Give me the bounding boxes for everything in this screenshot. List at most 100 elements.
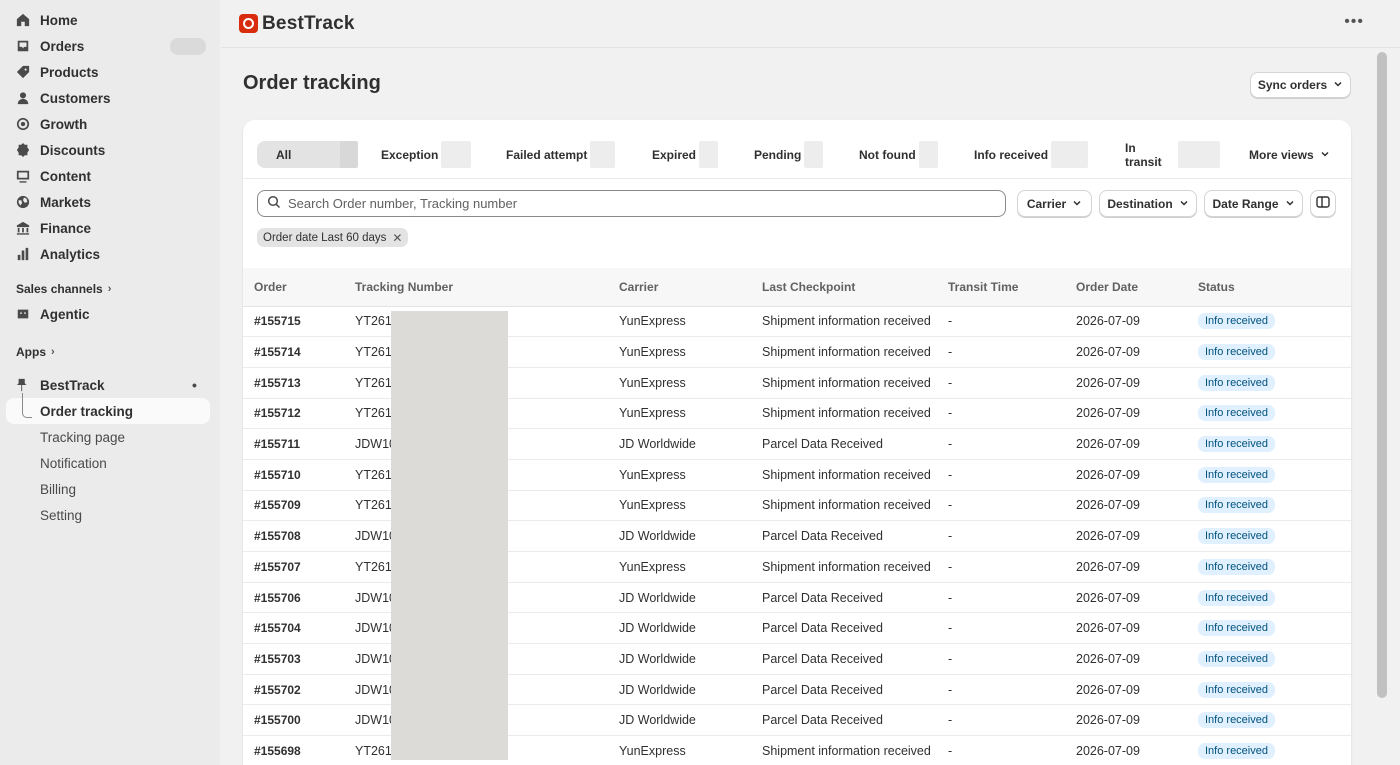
sidebar-item-label: Finance	[40, 220, 92, 236]
order-number-cell[interactable]: #155712	[243, 398, 344, 430]
order-number-cell[interactable]: #155710	[243, 459, 344, 491]
tab-failed-attempt[interactable]: Failed attempt	[487, 141, 633, 168]
status-badge: Info received	[1198, 497, 1275, 514]
tab-expired[interactable]: Expired	[633, 141, 735, 168]
order-date-cell: 2026-07-09	[1065, 367, 1187, 399]
tab-count	[699, 141, 719, 168]
col-header-last-checkpoint[interactable]: Last Checkpoint	[751, 268, 937, 307]
order-date-cell: 2026-07-09	[1065, 704, 1187, 737]
order-date-cell: 2026-07-09	[1065, 612, 1187, 645]
search-input[interactable]	[288, 196, 988, 211]
carrier-filter-button[interactable]: Carrier	[1017, 190, 1092, 217]
person-icon	[16, 91, 30, 105]
sidebar-item-agentic[interactable]: Agentic	[0, 301, 220, 327]
status-badge: Info received	[1198, 589, 1275, 606]
sidebar-item-products[interactable]: Products	[0, 59, 220, 85]
content-icon	[16, 169, 30, 183]
more-views-button[interactable]: More views	[1249, 141, 1330, 168]
order-number-cell[interactable]: #155713	[243, 367, 344, 399]
status-badge: Info received	[1198, 374, 1275, 391]
date-range-filter-label: Date Range	[1212, 196, 1279, 211]
order-date-cell: 2026-07-09	[1065, 520, 1187, 552]
carrier-cell: JD Worldwide	[608, 520, 751, 552]
status-cell: Info received	[1187, 704, 1351, 737]
tab-pending[interactable]: Pending	[735, 141, 840, 168]
order-number-cell[interactable]: #155706	[243, 582, 344, 614]
sync-orders-button[interactable]: Sync orders	[1250, 72, 1351, 98]
order-number-cell[interactable]: #155704	[243, 612, 344, 645]
sidebar-item-finance[interactable]: Finance	[0, 215, 220, 241]
tab-in-transit[interactable]: In transit	[1106, 141, 1220, 169]
order-number-cell[interactable]: #155698	[243, 735, 344, 765]
order-number-cell[interactable]: #155715	[243, 306, 344, 338]
target-icon	[16, 117, 30, 131]
tab-info-received[interactable]: Info received	[955, 141, 1106, 168]
sidebar-item-besttrack[interactable]: BestTrack •	[0, 372, 220, 398]
order-date-cell: 2026-07-09	[1065, 735, 1187, 765]
tab-all[interactable]: All	[257, 141, 358, 168]
transit-time-cell: -	[937, 459, 1065, 491]
more-actions-icon[interactable]: •••	[1344, 13, 1364, 31]
sidebar-item-customers[interactable]: Customers	[0, 85, 220, 111]
besttrack-logo-icon	[239, 14, 258, 33]
status-cell: Info received	[1187, 520, 1351, 552]
status-badge: Info received	[1198, 712, 1275, 729]
order-number-cell[interactable]: #155714	[243, 336, 344, 368]
col-header-tracking-number[interactable]: Tracking Number	[344, 268, 608, 307]
last-checkpoint-cell: Shipment information received	[751, 336, 937, 368]
col-header-status[interactable]: Status	[1187, 268, 1351, 307]
last-checkpoint-cell: Shipment information received	[751, 735, 937, 765]
sidebar-subitem-setting[interactable]: Setting	[0, 502, 220, 528]
status-cell: Info received	[1187, 551, 1351, 583]
carrier-cell: JD Worldwide	[608, 428, 751, 460]
chevron-right-icon: ›	[107, 283, 112, 295]
sidebar-item-discounts[interactable]: Discounts	[0, 137, 220, 163]
tab-not-found[interactable]: Not found	[840, 141, 955, 168]
remove-filter-icon[interactable]: ✕	[392, 231, 402, 245]
columns-toggle-button[interactable]	[1310, 190, 1336, 217]
status-cell: Info received	[1187, 398, 1351, 430]
col-header-transit-time[interactable]: Transit Time	[937, 268, 1065, 307]
status-badge: Info received	[1198, 344, 1275, 361]
sidebar-subitem-notification[interactable]: Notification	[0, 450, 220, 476]
tab-label: Expired	[652, 147, 697, 162]
carrier-cell: YunExpress	[608, 551, 751, 583]
chevron-down-icon	[1333, 78, 1343, 92]
last-checkpoint-cell: Parcel Data Received	[751, 704, 937, 737]
scrollbar-thumb[interactable]	[1377, 52, 1387, 698]
sales-channels-header[interactable]: Sales channels ›	[0, 277, 220, 301]
status-badge: Info received	[1198, 650, 1275, 667]
sidebar-item-markets[interactable]: Markets	[0, 189, 220, 215]
more-dot-icon[interactable]: •	[192, 377, 197, 393]
sidebar-subitem-billing[interactable]: Billing	[0, 476, 220, 502]
page-scrollbar[interactable]	[1374, 48, 1400, 765]
sidebar-item-analytics[interactable]: Analytics	[0, 241, 220, 267]
apps-header[interactable]: Apps ›	[0, 340, 220, 364]
order-number-cell[interactable]: #155708	[243, 520, 344, 552]
sidebar-subitem-order-tracking[interactable]: Order tracking	[6, 398, 210, 424]
tab-exception[interactable]: Exception	[362, 141, 487, 168]
sidebar-item-growth[interactable]: Growth	[0, 111, 220, 137]
col-header-carrier[interactable]: Carrier	[608, 268, 751, 307]
transit-time-cell: -	[937, 398, 1065, 430]
home-icon	[16, 13, 30, 27]
sidebar-subitem-tracking-page[interactable]: Tracking page	[0, 424, 220, 450]
sidebar-item-content[interactable]: Content	[0, 163, 220, 189]
destination-filter-button[interactable]: Destination	[1099, 190, 1197, 217]
col-header-order-date[interactable]: Order Date	[1065, 268, 1187, 307]
order-number-cell[interactable]: #155703	[243, 643, 344, 675]
sidebar-item-home[interactable]: Home	[0, 7, 220, 33]
order-number-cell[interactable]: #155709	[243, 490, 344, 522]
col-header-order[interactable]: Order	[243, 268, 344, 307]
date-range-filter-button[interactable]: Date Range	[1204, 190, 1303, 217]
carrier-cell: YunExpress	[608, 490, 751, 522]
order-number-cell[interactable]: #155702	[243, 674, 344, 706]
order-number-cell[interactable]: #155711	[243, 428, 344, 460]
order-number-cell[interactable]: #155700	[243, 704, 344, 737]
carrier-cell: YunExpress	[608, 459, 751, 491]
order-number-cell[interactable]: #155707	[243, 551, 344, 583]
sidebar-item-orders[interactable]: Orders	[0, 33, 220, 59]
last-checkpoint-cell: Parcel Data Received	[751, 582, 937, 614]
search-field[interactable]	[257, 190, 1006, 217]
applied-filter-chip: Order date Last 60 days ✕	[257, 228, 409, 247]
